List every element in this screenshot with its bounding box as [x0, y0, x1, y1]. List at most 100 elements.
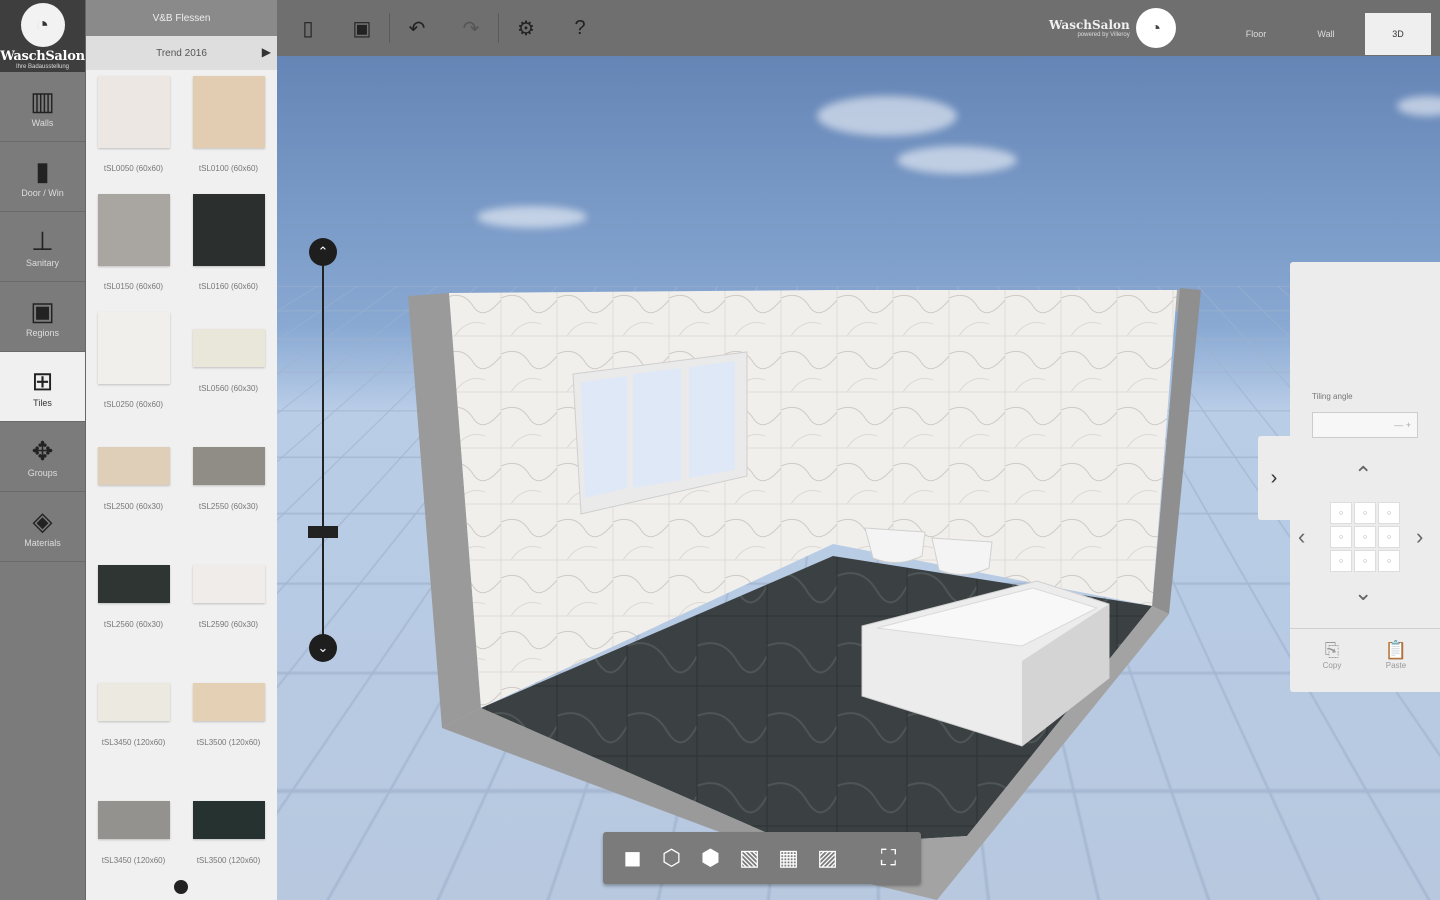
sidebar-item-label: Groups [27, 467, 58, 478]
door-icon: ▮ [35, 155, 50, 186]
copy-button[interactable]: ⎘ Copy [1312, 640, 1352, 670]
save-icon[interactable]: ▣ [335, 0, 389, 56]
walls-icon: ▥ [30, 85, 55, 116]
tile-swatch [192, 329, 265, 367]
sidebar-item-walls[interactable]: ▥ Walls [0, 72, 85, 142]
zoom-slider[interactable]: ⌃ ⌄ [307, 238, 339, 668]
tile-code: tSL0560 (60x30) [198, 384, 259, 393]
window-pane [633, 368, 681, 488]
move-left-icon[interactable]: ‹ [1298, 524, 1305, 550]
tile-code: tSL0160 (60x60) [198, 282, 259, 291]
catalog-collection-selector[interactable]: Trend 2016 ▶ [86, 36, 277, 70]
tile-item[interactable]: tSL2560 (60x30) [86, 546, 181, 664]
tile-swatch [97, 565, 170, 603]
tiling-angle-label: Tiling angle [1312, 392, 1353, 401]
alignment-cell[interactable]: ○ [1330, 526, 1352, 548]
view-cube-5-icon[interactable]: ▨ [808, 838, 847, 878]
tile-code: tSL2500 (60x30) [103, 502, 164, 511]
expand-panel-button[interactable]: › [1258, 436, 1290, 520]
redo-icon[interactable]: ↷ [444, 0, 498, 56]
tile-item[interactable]: tSL0050 (60x60) [86, 74, 181, 192]
materials-icon: ◈ [32, 505, 53, 536]
tile-item[interactable]: tSL0250 (60x60) [86, 310, 181, 428]
alignment-grid: ○ ○ ○ ○ ○ ○ ○ ○ ○ [1330, 502, 1400, 572]
tile-code: tSL0250 (60x60) [103, 400, 164, 409]
tab-wall[interactable]: Wall [1293, 13, 1359, 55]
top-toolbar: ▯ ▣ ↶ ↷ ⚙ ? WaschSalon powered by Viller… [277, 0, 1440, 56]
alignment-cell[interactable]: ○ [1378, 502, 1400, 524]
zoom-down-icon[interactable]: ⌄ [309, 634, 337, 662]
tile-swatch [192, 683, 265, 721]
tile-grid: tSL0050 (60x60) tSL0100 (60x60) tSL0150 (6… [86, 70, 277, 900]
view-cube-4-icon[interactable]: ▦ [769, 838, 808, 878]
tab-floor[interactable]: Floor [1223, 13, 1289, 55]
tile-item[interactable]: tSL3500 (120x60) [181, 664, 276, 782]
scroll-indicator[interactable] [174, 880, 188, 894]
tile-code: tSL2590 (60x30) [198, 620, 259, 629]
paste-icon: 📋 [1384, 640, 1408, 660]
toilet [931, 537, 993, 575]
new-file-icon[interactable]: ▯ [281, 0, 335, 56]
alignment-cell[interactable]: ○ [1354, 550, 1376, 572]
sidebar-item-groups[interactable]: ✥ Groups [0, 422, 85, 492]
view-cube-3-icon[interactable]: ▧ [730, 838, 769, 878]
tile-item[interactable]: tSL3450 (120x60) [86, 664, 181, 782]
alignment-cell[interactable]: ○ [1378, 526, 1400, 548]
alignment-cell[interactable]: ○ [1354, 526, 1376, 548]
paste-button[interactable]: 📋 Paste [1376, 640, 1416, 670]
tile-swatch [97, 194, 170, 266]
view-cube-2-icon[interactable]: ⬢ [691, 838, 730, 878]
sidebar-item-regions[interactable]: ▣ Regions [0, 282, 85, 352]
view-solid-icon[interactable]: ◼ [613, 838, 652, 878]
sidebar-item-label: Walls [31, 117, 54, 128]
alignment-cell[interactable]: ○ [1378, 550, 1400, 572]
tile-swatch [192, 76, 265, 148]
alignment-cell[interactable]: ○ [1330, 550, 1352, 572]
paste-label: Paste [1385, 661, 1407, 670]
app: ◔ WaschSalon Ihre Badausstellung ▥ Walls ▮… [0, 0, 1440, 900]
fullscreen-icon[interactable]: ⛶ [869, 838, 908, 878]
tile-swatch [192, 447, 265, 485]
move-right-icon[interactable]: › [1416, 524, 1423, 550]
view-cube-1-icon[interactable]: ⬡ [652, 838, 691, 878]
tile-code: tSL3450 (120x60) [101, 856, 166, 865]
window-pane [581, 376, 627, 498]
zoom-thumb[interactable] [308, 526, 338, 538]
sidebar-item-door-win[interactable]: ▮ Door / Win [0, 142, 85, 212]
sidebar-item-sanitary[interactable]: ⊥ Sanitary [0, 212, 85, 282]
sidebar-item-label: Sanitary [25, 257, 60, 268]
tile-item[interactable]: tSL3450 (120x60) [86, 782, 181, 900]
logo-subtext: Ihre Badausstellung [15, 63, 70, 70]
brand-tagline: powered by Villeroy [1077, 32, 1130, 38]
tile-item[interactable]: tSL0560 (60x30) [181, 310, 276, 428]
zoom-up-icon[interactable]: ⌃ [309, 238, 337, 266]
sidebar-item-materials[interactable]: ◈ Materials [0, 492, 85, 562]
tile-code: tSL3500 (120x60) [196, 856, 261, 865]
tab-3d[interactable]: 3D [1365, 13, 1431, 55]
catalog-collection-label: Trend 2016 [156, 47, 207, 59]
brand-header: WaschSalon powered by Villeroy ◔ [1049, 8, 1176, 48]
tile-swatch [192, 194, 265, 266]
alignment-cell[interactable]: ○ [1354, 502, 1376, 524]
tile-swatch [97, 76, 170, 148]
tile-item[interactable]: tSL0160 (60x60) [181, 192, 276, 310]
logo-text: WaschSalon [0, 48, 85, 64]
tile-code: tSL0150 (60x60) [103, 282, 164, 291]
tile-item[interactable]: tSL2550 (60x30) [181, 428, 276, 546]
undo-icon[interactable]: ↶ [390, 0, 444, 56]
help-icon[interactable]: ? [553, 0, 607, 56]
tiling-angle-input[interactable]: — + [1312, 412, 1418, 438]
settings-icon[interactable]: ⚙ [499, 0, 553, 56]
tile-item[interactable]: tSL0150 (60x60) [86, 192, 181, 310]
move-down-icon[interactable]: ⌄ [1354, 580, 1372, 606]
tile-swatch [192, 565, 265, 603]
tile-item[interactable]: tSL2590 (60x30) [181, 546, 276, 664]
tile-item[interactable]: tSL2500 (60x30) [86, 428, 181, 546]
alignment-cell[interactable]: ○ [1330, 502, 1352, 524]
view-mode-toolbar: ◼ ⬡ ⬢ ▧ ▦ ▨ ⛶ [603, 832, 921, 884]
move-up-icon[interactable]: ⌃ [1354, 462, 1372, 488]
chevron-right-icon[interactable]: ▶ [262, 45, 271, 59]
sidebar-item-tiles[interactable]: ⊞ Tiles [0, 352, 85, 422]
tile-item[interactable]: tSL3500 (120x60) [181, 782, 276, 900]
tile-item[interactable]: tSL0100 (60x60) [181, 74, 276, 192]
